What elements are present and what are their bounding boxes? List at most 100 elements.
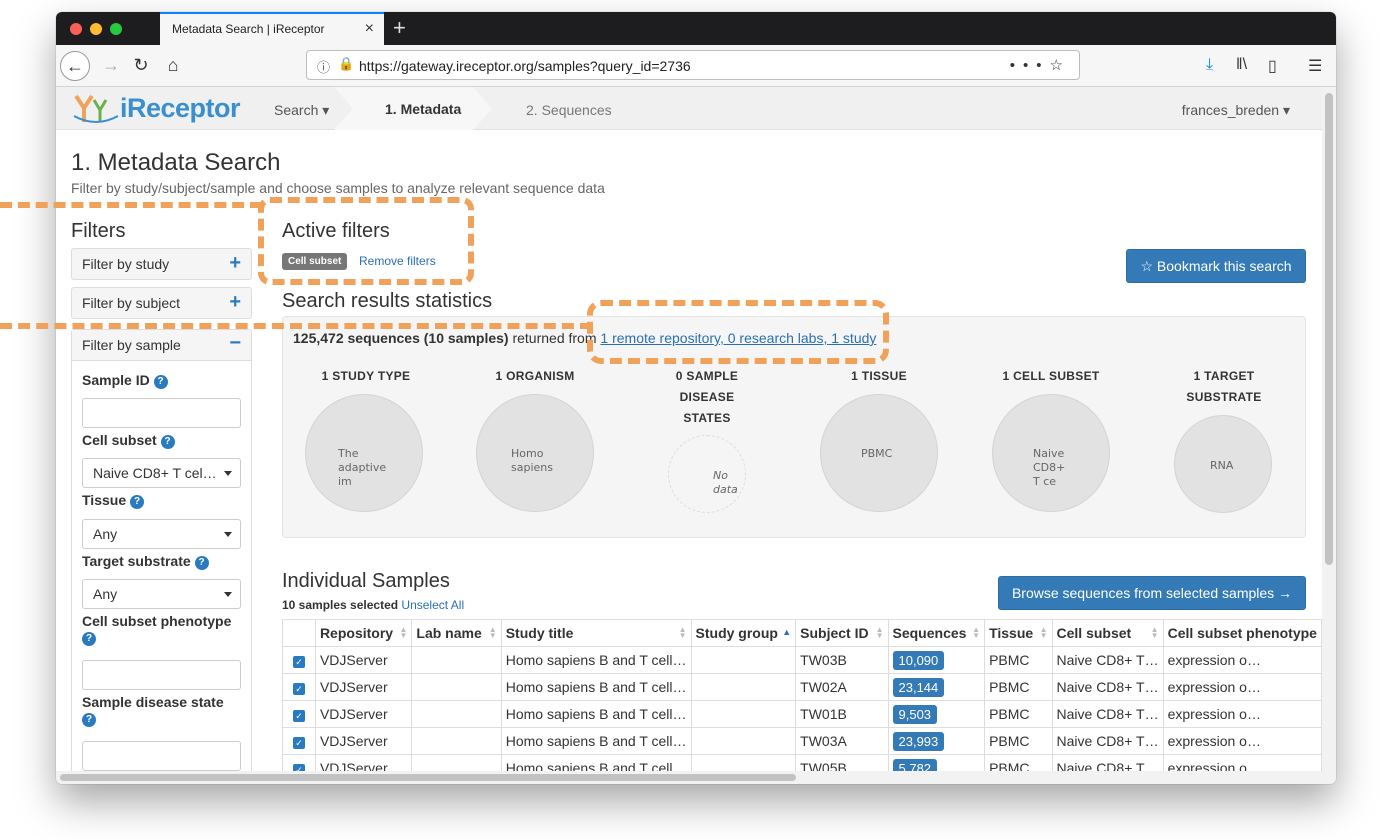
sort-ascending-icon[interactable]: ▲ — [782, 627, 791, 637]
column-header-study-title[interactable]: Study title ▲ ▼ — [500, 619, 692, 647]
sort-icon[interactable]: ▲ ▼ — [399, 626, 407, 640]
new-tab-icon[interactable]: + — [393, 15, 406, 41]
sort-icon[interactable]: ▲ ▼ — [876, 626, 884, 640]
remove-filters-link[interactable]: Remove filters — [359, 254, 436, 268]
table-row[interactable]: ✓ VDJServer Homo sapiens B and T cell… T… — [282, 673, 1322, 701]
column-header-cell-subset[interactable]: Cell subset ▲ ▼ — [1051, 619, 1164, 647]
collapse-minus-icon[interactable]: − — [229, 332, 241, 355]
vertical-scrollbar-thumb[interactable] — [1325, 93, 1333, 565]
row-checkbox-cell[interactable]: ✓ — [282, 646, 316, 674]
table-row[interactable]: ✓ VDJServer Homo sapiens B and T cell… T… — [282, 754, 1322, 771]
sort-icon[interactable]: ▲ ▼ — [1151, 626, 1159, 640]
column-header-subject-id[interactable]: Subject ID ▲ ▼ — [795, 619, 889, 647]
cell-subset-phenotype-input[interactable] — [82, 660, 241, 690]
cell-subset-select[interactable]: Naive CD8+ T cel… — [82, 458, 241, 488]
tissue-select[interactable]: Any — [82, 519, 241, 549]
nav-search-label: Search — [274, 102, 319, 118]
sort-icon[interactable]: ▲ ▼ — [679, 626, 687, 640]
column-header-study-group[interactable]: Study group ▲ — [690, 619, 797, 647]
page-actions-icon[interactable]: •••☆ — [1010, 56, 1071, 74]
close-tab-icon[interactable]: × — [365, 20, 374, 38]
filter-by-sample-label: Filter by sample — [82, 337, 181, 353]
filter-by-sample-header[interactable]: Filter by sample − — [72, 330, 251, 361]
checkbox-checked-icon[interactable]: ✓ — [293, 710, 305, 722]
bookmark-search-button[interactable]: ☆ Bookmark this search — [1126, 249, 1306, 283]
table-row[interactable]: ✓ VDJServer Homo sapiens B and T cell… T… — [282, 727, 1322, 755]
forward-icon[interactable]: → — [96, 51, 126, 81]
row-checkbox-cell[interactable]: ✓ — [282, 727, 316, 755]
nav-step-metadata[interactable]: 1. Metadata — [385, 101, 461, 117]
sort-icon[interactable]: ▲ ▼ — [1040, 626, 1048, 640]
reload-icon[interactable]: ↻ — [126, 51, 156, 81]
row-checkbox-cell[interactable]: ✓ — [282, 673, 316, 701]
unselect-all-link[interactable]: Unselect All — [401, 598, 464, 612]
minimize-window-icon[interactable] — [90, 23, 102, 35]
row-checkbox-cell[interactable]: ✓ — [282, 754, 316, 771]
url-bar[interactable]: ⓘ 🔒 https://gateway.ireceptor.org/sample… — [306, 50, 1080, 80]
tissue-value: Any — [93, 526, 118, 542]
expand-plus-icon[interactable]: + — [229, 291, 241, 314]
sequence-count-badge[interactable]: 23,144 — [892, 677, 945, 697]
horizontal-scrollbar-thumb[interactable] — [60, 774, 796, 781]
sample-id-input[interactable] — [82, 398, 241, 428]
sample-disease-state-input[interactable] — [82, 741, 241, 771]
library-icon[interactable]: ‖\ — [1236, 56, 1247, 74]
vertical-scrollbar[interactable] — [1322, 87, 1336, 771]
maximize-window-icon[interactable] — [110, 23, 122, 35]
column-header-repository[interactable]: Repository ▲ ▼ — [314, 619, 413, 647]
repository-summary-link[interactable]: 1 remote repository, 0 research labs, 1 … — [600, 330, 876, 346]
tab-bar: Metadata Search | iReceptor × + — [56, 12, 1336, 45]
help-icon[interactable]: ? — [194, 556, 209, 570]
sort-icon[interactable]: ▲ ▼ — [489, 626, 497, 640]
help-icon[interactable]: ? — [82, 632, 96, 646]
close-window-icon[interactable] — [70, 23, 82, 35]
checkbox-checked-icon[interactable]: ✓ — [293, 737, 305, 749]
table-row[interactable]: ✓ VDJServer Homo sapiens B and T cell… T… — [282, 700, 1322, 728]
help-icon[interactable]: ? — [160, 435, 175, 449]
circle-label-line: data — [713, 483, 738, 496]
sequence-count-badge[interactable]: 23,993 — [892, 731, 945, 751]
column-header-cell-subset-phenotype[interactable]: Cell subset phenotype — [1162, 619, 1322, 647]
download-icon[interactable]: ⤓ — [1206, 56, 1213, 74]
sequence-count-badge[interactable]: 10,090 — [892, 650, 945, 670]
help-icon[interactable]: ? — [153, 375, 168, 389]
nav-search-dropdown[interactable]: Search ▾ — [274, 102, 329, 119]
cell-subset-label: Cell subset ? — [82, 432, 175, 449]
menu-icon[interactable]: ☰ — [1308, 56, 1322, 76]
user-menu[interactable]: frances_breden ▾ — [1182, 102, 1290, 119]
cell-lab-name — [411, 646, 502, 674]
checkbox-checked-icon[interactable]: ✓ — [293, 656, 305, 668]
filter-by-study-panel[interactable]: Filter by study + — [71, 248, 252, 280]
nav-step-sequences[interactable]: 2. Sequences — [526, 102, 612, 118]
filter-by-subject-panel[interactable]: Filter by subject + — [71, 287, 252, 319]
home-icon[interactable]: ⌂ — [158, 51, 188, 81]
info-icon[interactable]: ⓘ — [317, 57, 330, 76]
expand-plus-icon[interactable]: + — [229, 252, 241, 275]
stat-circle-label: PBMC — [861, 447, 892, 461]
column-header-lab-name[interactable]: Lab name ▲ ▼ — [411, 619, 502, 647]
target-substrate-select[interactable]: Any — [82, 579, 241, 609]
column-header-sequences[interactable]: Sequences ▲ ▼ — [887, 619, 986, 647]
table-row[interactable]: ✓ VDJServer Homo sapiens B and T cell… T… — [282, 646, 1322, 674]
help-icon[interactable]: ? — [82, 713, 96, 727]
help-icon[interactable]: ? — [130, 495, 144, 509]
browser-tab[interactable]: Metadata Search | iReceptor × — [160, 12, 384, 45]
checkbox-checked-icon[interactable]: ✓ — [293, 683, 305, 695]
sidebar-icon[interactable]: ▯ — [1268, 56, 1277, 76]
logo-text[interactable]: iReceptor — [120, 93, 241, 124]
cell-subject-id: TW03B — [795, 646, 889, 674]
sequence-count-badge[interactable]: 5,782 — [892, 758, 938, 771]
cell-study-title: Homo sapiens B and T cell… — [500, 727, 692, 755]
sort-icon[interactable]: ▲ ▼ — [972, 626, 980, 640]
browse-sequences-button[interactable]: Browse sequences from selected samples → — [998, 576, 1306, 610]
url-text[interactable]: https://gateway.ireceptor.org/samples?qu… — [359, 58, 691, 74]
app-navbar: iReceptor Search ▾ 1. Metadata 2. Sequen… — [56, 87, 1322, 130]
column-header-tissue[interactable]: Tissue ▲ ▼ — [984, 619, 1053, 647]
sequence-count-badge[interactable]: 9,503 — [892, 704, 938, 724]
checkbox-checked-icon[interactable]: ✓ — [293, 764, 305, 771]
horizontal-scrollbar[interactable] — [56, 771, 1336, 784]
browser-window: Metadata Search | iReceptor × + ← → ↻ ⌂ … — [56, 12, 1336, 784]
back-icon[interactable]: ← — [60, 51, 90, 81]
row-checkbox-cell[interactable]: ✓ — [282, 700, 316, 728]
returned-from-text: returned from — [508, 330, 601, 346]
